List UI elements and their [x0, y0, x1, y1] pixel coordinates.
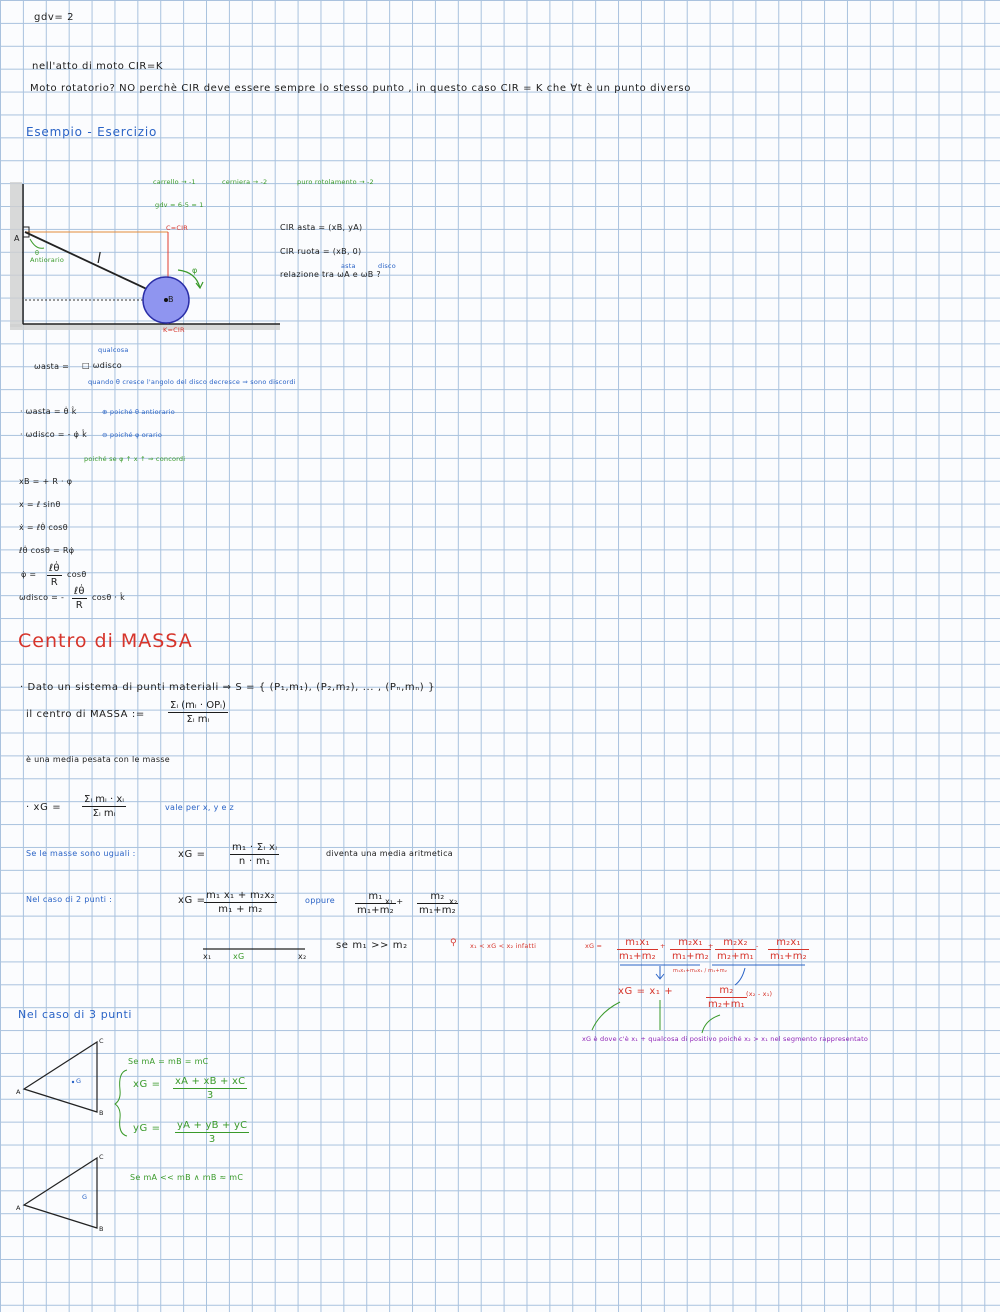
- tri1-a: A: [16, 1088, 21, 1096]
- tri2-a: A: [16, 1204, 21, 1212]
- se-diverse: Se mA << mB ∧ mB ≈ mC: [130, 1173, 244, 1182]
- triangles: [22, 1040, 128, 1229]
- xg3-lhs: xG =: [133, 1079, 161, 1090]
- se-uguali: Se mA = mB = mC: [128, 1057, 209, 1066]
- triangle-1-g: [71, 1080, 75, 1084]
- yg3-frac: yA + yB + yC 3: [175, 1120, 250, 1145]
- tri2-c: C: [99, 1153, 104, 1161]
- tri1-g: G: [76, 1077, 82, 1085]
- tri2-b: B: [99, 1225, 104, 1233]
- tri1-b: B: [99, 1109, 104, 1117]
- yg3-lhs: yG =: [133, 1123, 161, 1134]
- tri1-c: C: [99, 1037, 104, 1045]
- system-brace: [114, 1069, 128, 1137]
- xg3-frac: xA + xB + xC 3: [173, 1076, 248, 1101]
- triangle-1: [22, 1040, 98, 1113]
- tri2-g: G: [82, 1193, 88, 1201]
